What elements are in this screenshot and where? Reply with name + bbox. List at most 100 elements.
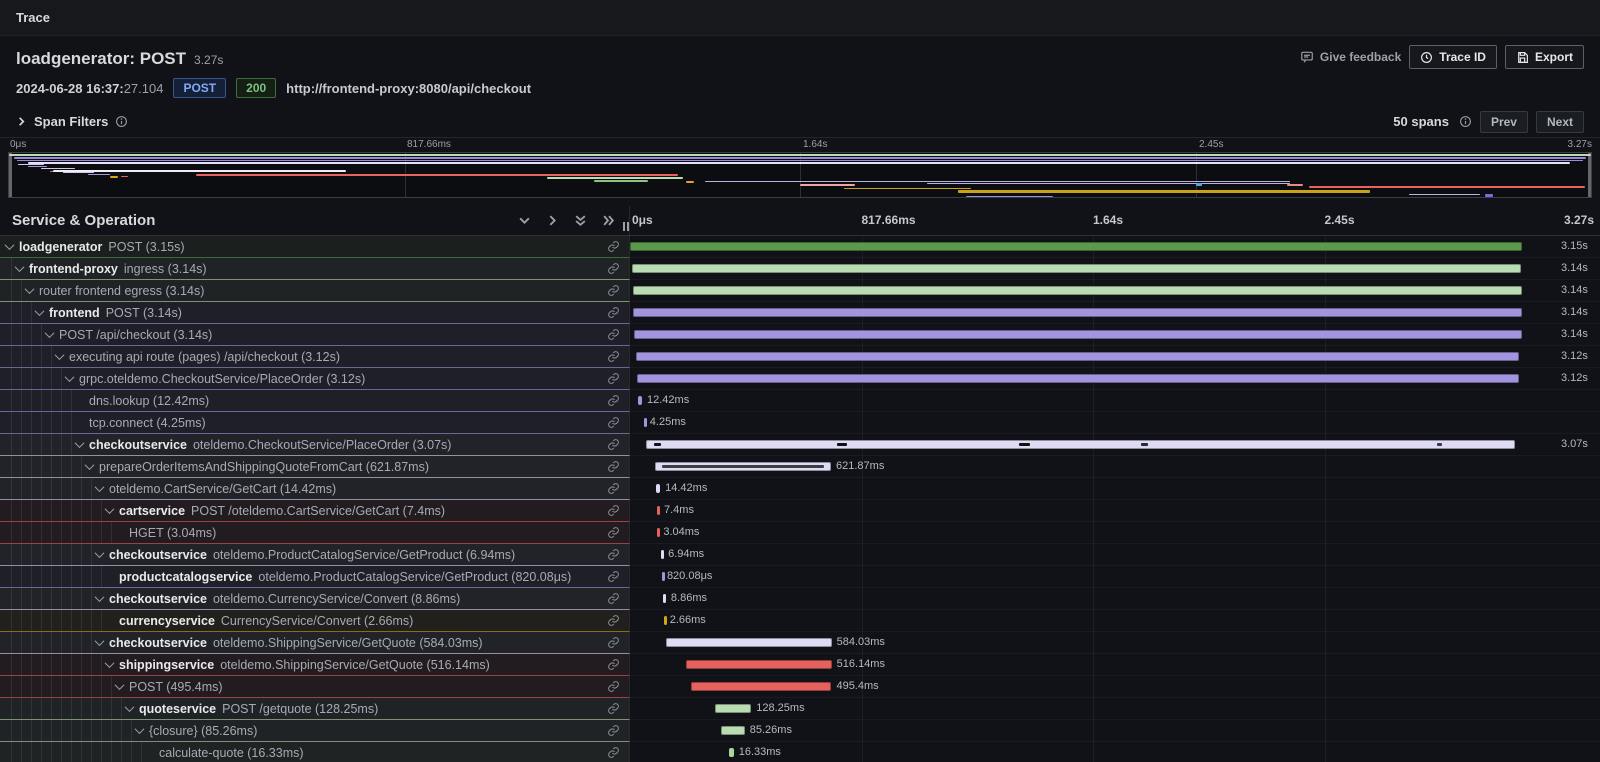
span-row[interactable]: calculate-quote (16.33ms)16.33ms [0,742,1600,762]
span-row-label[interactable]: executing api route (pages) /api/checkou… [0,346,630,368]
span-row[interactable]: checkoutserviceoteldemo.ShippingService/… [0,632,1600,654]
column-resize-handle[interactable] [623,222,629,231]
span-row[interactable]: HGET (3.04ms)3.04ms [0,522,1600,544]
span-row-label[interactable]: HGET (3.04ms) [0,522,630,544]
span-link-icon[interactable] [607,460,620,473]
span-row-label[interactable]: productcatalogserviceoteldemo.ProductCat… [0,566,630,588]
span-bar[interactable] [644,418,647,427]
span-link-icon[interactable] [607,482,620,495]
expand-caret[interactable] [125,702,135,712]
span-link-icon[interactable] [607,592,620,605]
span-row[interactable]: tcp.connect (4.25ms)4.25ms [0,412,1600,434]
span-row[interactable]: {closure} (85.26ms)85.26ms [0,720,1600,742]
span-link-icon[interactable] [607,504,620,517]
span-bar[interactable] [633,286,1522,295]
span-row[interactable]: oteldemo.CartService/GetCart (14.42ms)14… [0,478,1600,500]
span-link-icon[interactable] [607,746,620,759]
span-row-label[interactable]: dns.lookup (12.42ms) [0,390,630,412]
span-row-label[interactable]: checkoutserviceoteldemo.ProductCatalogSe… [0,544,630,566]
expand-caret[interactable] [95,636,105,646]
give-feedback-link[interactable]: Give feedback [1300,50,1401,64]
span-row[interactable]: checkoutserviceoteldemo.CurrencyService/… [0,588,1600,610]
span-link-icon[interactable] [607,680,620,693]
span-row[interactable]: checkoutserviceoteldemo.ProductCatalogSe… [0,544,1600,566]
span-link-icon[interactable] [607,306,620,319]
span-bar[interactable] [662,572,665,581]
span-row-label[interactable]: checkoutserviceoteldemo.ShippingService/… [0,632,630,654]
span-link-icon[interactable] [607,658,620,671]
expand-caret[interactable] [5,240,15,250]
span-link-icon[interactable] [607,702,620,715]
prev-span-button[interactable]: Prev [1480,111,1528,133]
next-span-button[interactable]: Next [1536,111,1584,133]
span-row-label[interactable]: prepareOrderItemsAndShippingQuoteFromCar… [0,456,630,478]
span-row[interactable]: grpc.oteldemo.CheckoutService/PlaceOrder… [0,368,1600,390]
span-bar[interactable] [636,352,1520,361]
span-row-label[interactable]: POST (495.4ms) [0,676,630,698]
span-row-label[interactable]: POST /api/checkout (3.14s) [0,324,630,346]
expand-caret[interactable] [115,680,125,690]
expand-caret[interactable] [25,284,35,294]
span-row-label[interactable]: cartservicePOST /oteldemo.CartService/Ge… [0,500,630,522]
span-row[interactable]: shippingserviceoteldemo.ShippingService/… [0,654,1600,676]
expand-caret[interactable] [15,262,25,272]
span-row-label[interactable]: quoteservicePOST /getquote (128.25ms) [0,698,630,720]
expand-caret[interactable] [55,350,65,360]
span-bar[interactable] [656,484,660,493]
span-row-label[interactable]: oteldemo.CartService/GetCart (14.42ms) [0,478,630,500]
expand-caret[interactable] [95,548,105,558]
span-row[interactable]: executing api route (pages) /api/checkou… [0,346,1600,368]
span-row[interactable]: quoteservicePOST /getquote (128.25ms)128… [0,698,1600,720]
span-link-icon[interactable] [607,372,620,385]
span-row[interactable]: checkoutserviceoteldemo.CheckoutService/… [0,434,1600,456]
span-row-label[interactable]: checkoutserviceoteldemo.CheckoutService/… [0,434,630,456]
span-row-label[interactable]: calculate-quote (16.33ms) [0,742,630,762]
span-bar[interactable] [634,330,1523,339]
span-bar[interactable] [655,462,831,471]
span-bar[interactable] [663,594,666,603]
expand-caret[interactable] [105,658,115,668]
expand-all-icon[interactable] [602,214,615,227]
collapse-all-icon[interactable] [574,214,587,227]
expand-caret[interactable] [65,372,75,382]
span-bar[interactable] [686,660,832,669]
span-row-label[interactable]: currencyserviceCurrencyService/Convert (… [0,610,630,632]
span-bar[interactable] [666,638,831,647]
span-link-icon[interactable] [607,614,620,627]
chevron-right-icon[interactable] [16,116,27,127]
span-row[interactable]: loadgeneratorPOST (3.15s)3.15s [0,236,1600,258]
expand-caret[interactable] [95,482,105,492]
span-bar[interactable] [630,242,1522,251]
span-link-icon[interactable] [607,240,620,253]
span-link-icon[interactable] [607,394,620,407]
span-bar[interactable] [721,726,745,735]
expand-one-icon[interactable] [546,214,559,227]
span-row-label[interactable]: frontend-proxyingress (3.14s) [0,258,630,280]
span-row-label[interactable]: frontendPOST (3.14s) [0,302,630,324]
span-row-label[interactable]: checkoutserviceoteldemo.CurrencyService/… [0,588,630,610]
span-bar[interactable] [691,682,831,691]
span-row[interactable]: currencyserviceCurrencyService/Convert (… [0,610,1600,632]
span-link-icon[interactable] [607,416,620,429]
span-link-icon[interactable] [607,724,620,737]
span-row[interactable]: frontend-proxyingress (3.14s)3.14s [0,258,1600,280]
span-bar[interactable] [664,616,667,625]
span-row-label[interactable]: router frontend egress (3.14s) [0,280,630,302]
expand-caret[interactable] [135,724,145,734]
export-button[interactable]: Export [1505,45,1584,69]
span-row-label[interactable]: tcp.connect (4.25ms) [0,412,630,434]
minimap-left-handle[interactable] [9,153,12,197]
span-link-icon[interactable] [607,526,620,539]
span-link-icon[interactable] [607,284,620,297]
span-row[interactable]: cartservicePOST /oteldemo.CartService/Ge… [0,500,1600,522]
span-bar[interactable] [637,374,1520,383]
minimap-canvas[interactable] [8,152,1592,198]
minimap-right-handle[interactable] [1588,153,1591,197]
span-bar[interactable] [657,528,660,537]
collapse-one-icon[interactable] [518,214,531,227]
span-bar[interactable] [638,396,642,405]
span-filters-label[interactable]: Span Filters [34,114,108,129]
span-row[interactable]: router frontend egress (3.14s)3.14s [0,280,1600,302]
span-row[interactable]: prepareOrderItemsAndShippingQuoteFromCar… [0,456,1600,478]
span-link-icon[interactable] [607,328,620,341]
